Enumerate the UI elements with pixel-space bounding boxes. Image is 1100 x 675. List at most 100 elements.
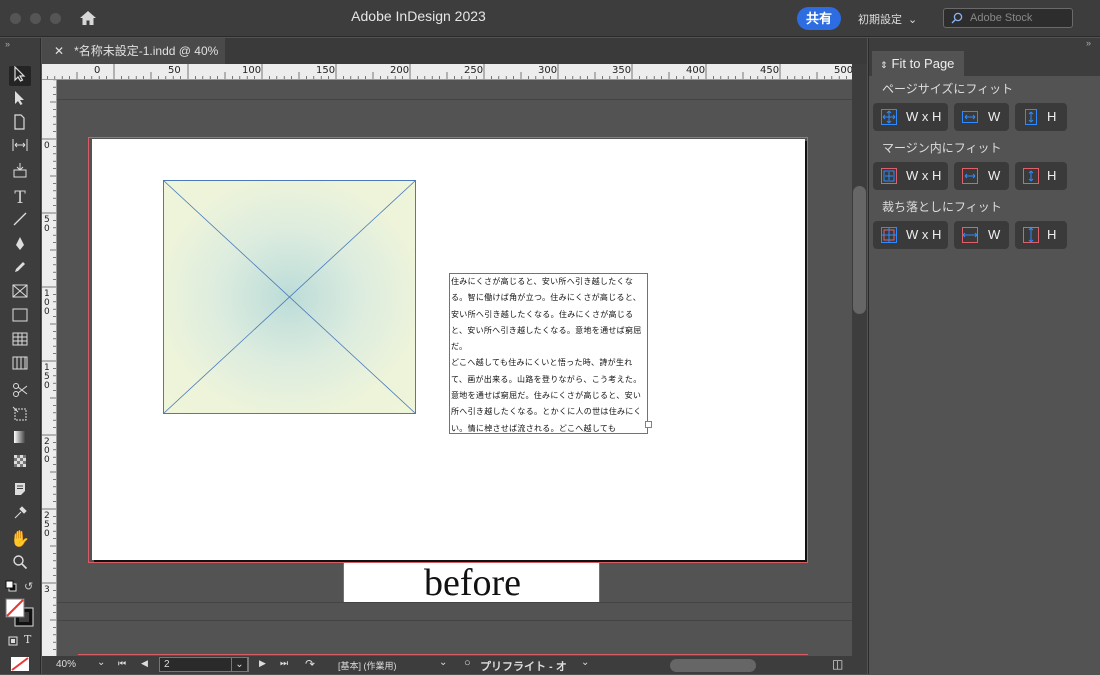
fit-page-w-button[interactable]: W xyxy=(954,103,1009,131)
fit-margin-w-button[interactable]: W xyxy=(954,162,1009,190)
page-tool-icon[interactable] xyxy=(9,114,31,134)
text-frame[interactable]: 住みにくさが高じると、安い所へ引き越したくなる。智に働けば角が立つ。住みにくさが… xyxy=(449,273,648,434)
fit-margin-wh-button[interactable]: W x H xyxy=(873,162,948,190)
ruler-label: 500 xyxy=(834,65,852,76)
chevron-down-icon: ⌄ xyxy=(908,14,918,26)
caption-text: before xyxy=(423,562,522,604)
hand-tool-icon[interactable]: ✋ xyxy=(9,530,31,550)
page-style-label: [基本] (作業用) xyxy=(338,661,397,671)
style-dropdown-icon[interactable]: ⌄ xyxy=(439,657,447,668)
button-label: W x H xyxy=(906,109,942,124)
rectangle-tool-icon[interactable] xyxy=(9,308,31,328)
table-tool-icon[interactable] xyxy=(9,332,31,352)
section-title-page-size: ページサイズにフィット xyxy=(882,82,1014,96)
zoom-dropdown-icon[interactable]: ⌄ xyxy=(97,657,105,668)
button-label: W xyxy=(988,168,1001,183)
zoom-level[interactable]: 40% xyxy=(56,659,76,670)
ruler-label: 300 xyxy=(538,65,558,76)
free-transform-tool-icon[interactable] xyxy=(9,406,31,426)
selection-tool-icon[interactable] xyxy=(9,65,31,86)
fit-page-h-button[interactable]: H xyxy=(1015,103,1067,131)
ruler-label: 250 xyxy=(44,511,50,539)
last-page-icon[interactable]: ⏭ xyxy=(280,658,288,669)
vertical-scroll-thumb[interactable] xyxy=(853,186,866,314)
stock-placeholder: Adobe Stock xyxy=(970,12,1033,24)
caption-frame[interactable]: before xyxy=(343,563,600,603)
page-dropdown-button[interactable]: ⌄ xyxy=(231,657,248,672)
fit-bleed-h-icon xyxy=(1023,227,1039,243)
vertical-ruler[interactable]: 0 50 100 150 200 250 3 xyxy=(42,80,57,656)
workspace-label: 初期設定 xyxy=(858,14,902,26)
fit-w-icon xyxy=(962,111,978,123)
pen-tool-icon[interactable] xyxy=(9,236,31,256)
swap-colors-icon[interactable]: ↺ xyxy=(24,580,33,593)
search-icon xyxy=(951,12,963,24)
pencil-tool-icon[interactable] xyxy=(9,260,31,280)
share-button[interactable]: 共有 xyxy=(797,7,841,30)
rectangle-frame-tool-icon[interactable] xyxy=(9,284,31,304)
panel-tab[interactable]: ⇕ Fit to Page xyxy=(872,51,964,76)
note-tool-icon[interactable] xyxy=(9,482,31,502)
default-colors-icon[interactable] xyxy=(5,580,17,595)
split-window-icon[interactable]: ◫ xyxy=(832,657,843,671)
adobe-stock-search-input[interactable]: Adobe Stock xyxy=(943,8,1073,28)
ruler-label: 50 xyxy=(168,65,181,76)
workspace-switcher[interactable]: 初期設定 ⌄ xyxy=(858,11,917,27)
document-tab-label: *名称未設定-1.indd @ 40% xyxy=(74,44,219,58)
document-page[interactable]: 住みにくさが高じると、安い所へ引き越したくなる。智に働けば角が立つ。住みにくさが… xyxy=(92,139,805,560)
vertical-scrollbar[interactable] xyxy=(852,64,867,656)
section-title-margin: マージン内にフィット xyxy=(882,141,1002,155)
fit-bleed-w-button[interactable]: W xyxy=(954,221,1009,249)
ruler-label: 100 xyxy=(44,289,50,317)
fill-stroke-swatch[interactable] xyxy=(5,598,35,631)
direct-selection-tool-icon[interactable] xyxy=(9,90,31,110)
pasteboard-divider xyxy=(57,99,852,100)
button-label: W x H xyxy=(906,168,942,183)
eyedropper-tool-icon[interactable] xyxy=(9,506,31,526)
horizontal-ruler[interactable]: 0 50 100 150 200 250 300 350 400 450 500 xyxy=(42,64,852,80)
status-bar: 40% ⌄ ⏮ ◀ 2 ⌄ ▶ ⏭ ↷ [基本] (作業用) ⌄ ○ プリフライ… xyxy=(42,654,867,674)
preflight-dropdown-icon[interactable]: ⌄ xyxy=(581,657,589,668)
fit-margin-h-icon xyxy=(1023,168,1039,184)
grid-tool-icon[interactable] xyxy=(9,356,31,376)
type-tool-icon[interactable]: T xyxy=(9,188,31,208)
content-collector-icon[interactable] xyxy=(9,162,31,182)
preflight-status-icon: ○ xyxy=(464,657,471,669)
ruler-label: 200 xyxy=(44,437,50,465)
document-canvas[interactable]: 住みにくさが高じると、安い所へ引き越したくなる。智に働けば角が立つ。住みにくさが… xyxy=(57,80,852,656)
horizontal-scroll-thumb[interactable] xyxy=(670,659,756,672)
gradient-feather-tool-icon[interactable] xyxy=(9,454,31,474)
button-label: W xyxy=(988,109,1001,124)
line-tool-icon[interactable] xyxy=(9,212,31,232)
next-page-icon[interactable]: ▶ xyxy=(259,658,266,669)
ruler-label: 100 xyxy=(242,65,262,76)
ruler-label: 150 xyxy=(44,363,50,391)
fit-page-wh-button[interactable]: W x H xyxy=(873,103,948,131)
tools-panel: » T ✋ ↺ T xyxy=(0,38,41,674)
fit-margin-wh-icon xyxy=(881,168,897,184)
frame-placeholder-cross xyxy=(164,181,415,413)
close-tab-icon[interactable]: ✕ xyxy=(54,44,64,58)
previous-page-icon[interactable]: ◀ xyxy=(141,658,148,669)
zoom-tool-icon[interactable] xyxy=(9,554,31,574)
gap-tool-icon[interactable] xyxy=(9,138,31,158)
scissors-tool-icon[interactable] xyxy=(9,382,31,402)
document-tab-bar: ✕ *名称未設定-1.indd @ 40% xyxy=(42,38,867,64)
apply-none-icon[interactable] xyxy=(10,656,30,675)
expand-panel-icon[interactable]: » xyxy=(1086,38,1091,48)
formatting-container-icon[interactable] xyxy=(8,635,18,649)
collapse-panel-icon[interactable]: » xyxy=(5,39,10,49)
open-page-icon[interactable]: ↷ xyxy=(305,657,315,671)
gradient-swatch-tool-icon[interactable] xyxy=(9,430,31,450)
document-tab[interactable]: ✕ *名称未設定-1.indd @ 40% xyxy=(42,38,225,64)
ruler-label: 400 xyxy=(686,65,706,76)
empty-graphic-frame[interactable] xyxy=(163,180,416,414)
ruler-label: 200 xyxy=(390,65,410,76)
overset-text-indicator[interactable] xyxy=(645,421,652,428)
fit-bleed-wh-button[interactable]: W x H xyxy=(873,221,948,249)
fit-margin-h-button[interactable]: H xyxy=(1015,162,1067,190)
preflight-label[interactable]: プリフライト - オ xyxy=(480,658,567,674)
formatting-text-icon[interactable]: T xyxy=(24,633,31,646)
first-page-icon[interactable]: ⏮ xyxy=(118,658,126,669)
fit-bleed-h-button[interactable]: H xyxy=(1015,221,1067,249)
